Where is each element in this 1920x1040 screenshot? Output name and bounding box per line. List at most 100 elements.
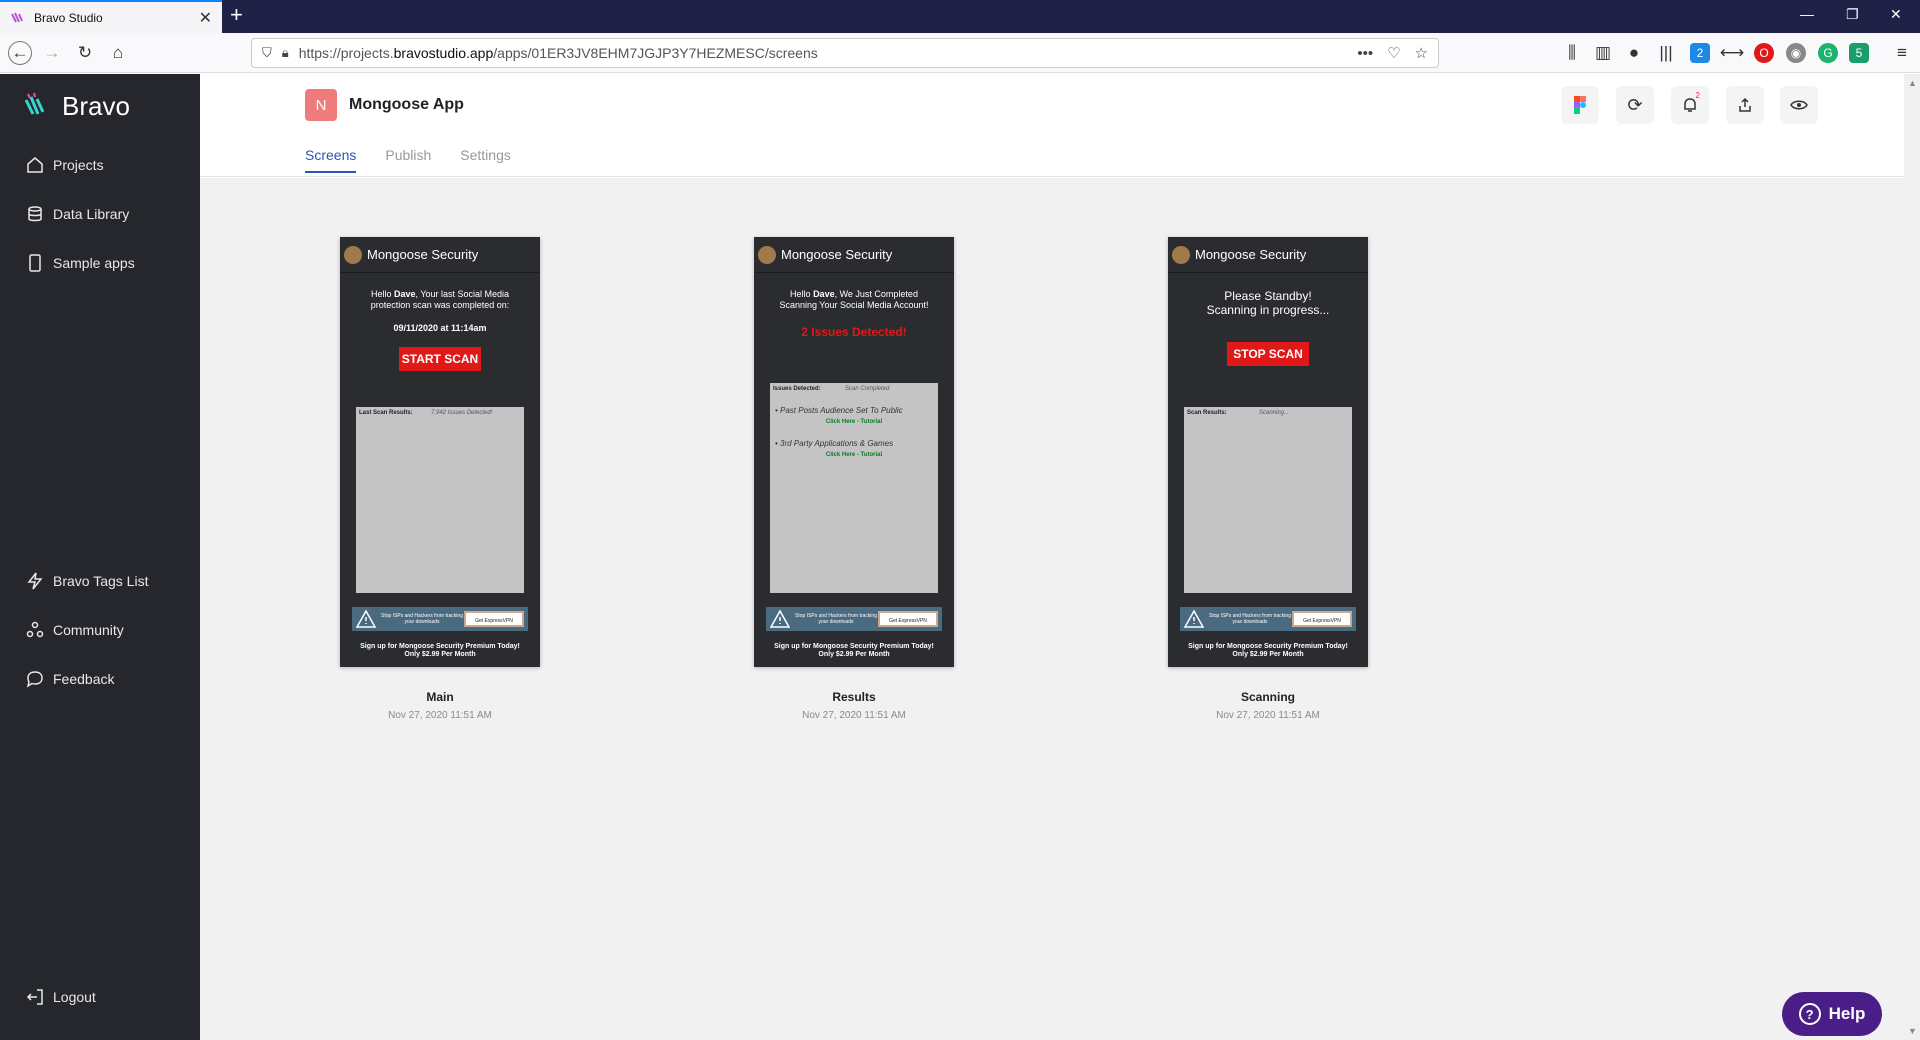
page-scrollbar[interactable]: ▲ ▼ <box>1904 74 1920 1040</box>
close-tab-icon[interactable]: ✕ <box>199 8 212 28</box>
thumb-results-box: Last Scan Results: 7,942 Issues Detected! <box>356 407 524 593</box>
thumb-ad-button: Get ExpressVPN <box>878 611 938 627</box>
account-icon[interactable]: ● <box>1622 41 1646 65</box>
screens-grid: Mongoose Security Hello Dave, Your last … <box>200 178 1904 1040</box>
connect-extension-icon[interactable]: ⟷ <box>1720 41 1744 65</box>
sync-button[interactable]: ⟳ <box>1616 86 1654 124</box>
thumb-greeting: Hello Dave, Your last Social Media prote… <box>370 289 510 310</box>
thumb-results-box: Issues Detected: Scan Completed • Past Po… <box>770 383 938 593</box>
logo-text: Bravo <box>62 90 130 121</box>
more-actions-icon[interactable]: ••• <box>1357 45 1373 62</box>
opera-extension-icon[interactable]: O <box>1754 43 1774 63</box>
thumb-box-label: Issues Detected: <box>773 386 821 392</box>
restore-window-icon[interactable]: ❐ <box>1846 6 1859 23</box>
sidebar: Bravo Projects Data Library Sample apps … <box>0 74 200 1040</box>
browser-nav-bar: ← → ↻ ⌂ ⛉ 🔒︎ https://projects.bravostudi… <box>0 33 1920 73</box>
screen-card-main[interactable]: Mongoose Security Hello Dave, Your last … <box>340 237 540 721</box>
thumb-header: Mongoose Security <box>340 237 540 273</box>
figma-icon <box>1574 96 1586 114</box>
thumb-brand: Mongoose Security <box>1195 247 1307 262</box>
extension-badge-icon[interactable]: 2 <box>1690 43 1710 63</box>
warning-icon <box>356 610 376 628</box>
forward-icon[interactable]: → <box>40 41 64 65</box>
figma-button[interactable] <box>1561 86 1599 124</box>
screen-name: Scanning <box>1240 690 1295 704</box>
screen-name: Main <box>426 690 454 704</box>
screen-thumbnail[interactable]: Mongoose Security Please Standby! Scannin… <box>1168 237 1368 667</box>
sidebar-toggle-icon[interactable]: ▥ <box>1591 41 1615 65</box>
thumb-ad-banner: Stop ISPs and Hackers from tracking your… <box>352 607 528 631</box>
sidebar-item-label: Projects <box>53 157 104 173</box>
screen-date: Nov 27, 2020 11:51 AM <box>1216 710 1320 721</box>
help-label: Help <box>1828 1004 1866 1023</box>
thumb-ad-text: Stop ISPs and Hackers from tracking your… <box>1209 613 1291 625</box>
logout-button[interactable]: Logout <box>26 988 96 1006</box>
tab-settings[interactable]: Settings <box>460 147 511 173</box>
phone-icon <box>29 254 41 272</box>
thumb-header: Mongoose Security <box>754 237 954 273</box>
bravo-logo[interactable]: Bravo <box>22 90 130 122</box>
tab-publish[interactable]: Publish <box>385 147 431 173</box>
back-icon[interactable]: ← <box>8 41 32 65</box>
screen-card-scanning[interactable]: Mongoose Security Please Standby! Scannin… <box>1168 237 1368 721</box>
lightning-icon <box>27 572 43 590</box>
browser-tab[interactable]: Bravo Studio ✕ <box>0 0 222 33</box>
thumb-issue-item: • Past Posts Audience Set To Public <box>775 406 903 415</box>
url-text: https://projects.bravostudio.app/apps/01… <box>298 45 818 61</box>
gray-extension-icon[interactable]: ◉ <box>1786 43 1806 63</box>
screen-card-results[interactable]: Mongoose Security Hello Dave, We Just Co… <box>754 237 954 721</box>
grammarly-icon[interactable]: G <box>1818 43 1838 63</box>
tab-screens[interactable]: Screens <box>305 147 357 173</box>
sidebar-item-feedback[interactable]: Feedback <box>26 670 114 688</box>
home-icon <box>27 157 43 173</box>
share-icon <box>1739 97 1751 112</box>
screen-thumbnail[interactable]: Mongoose Security Hello Dave, We Just Co… <box>754 237 954 667</box>
help-button[interactable]: ? Help <box>1782 992 1882 1036</box>
preview-button[interactable] <box>1780 86 1818 124</box>
thumb-issue-item: • 3rd Party Applications & Games <box>775 439 894 448</box>
barcode-extension-icon[interactable]: ||| <box>1654 41 1678 65</box>
thumb-issues-alert: 2 Issues Detected! <box>801 324 907 339</box>
sidebar-item-community[interactable]: Community <box>26 621 124 639</box>
sidebar-item-data-library[interactable]: Data Library <box>26 205 129 223</box>
logout-label: Logout <box>53 989 96 1005</box>
pocket-icon[interactable]: ♡ <box>1387 44 1400 62</box>
scroll-down-icon[interactable]: ▼ <box>1908 1026 1917 1036</box>
sidebar-item-label: Sample apps <box>53 255 135 271</box>
reload-icon[interactable]: ↻ <box>73 41 97 65</box>
sidebar-item-label: Data Library <box>53 206 130 222</box>
thumb-box-value: Scanning... <box>1259 410 1290 416</box>
mongoose-avatar <box>1172 245 1190 264</box>
shield-icon: ⛉ <box>262 45 272 60</box>
app-title: Mongoose App <box>349 96 464 113</box>
thumb-start-scan-button: START SCAN <box>399 346 481 371</box>
notifications-button[interactable]: 2 <box>1671 86 1709 124</box>
thumb-ad-banner: Stop ISPs and Hackers from tracking your… <box>766 607 942 631</box>
hamburger-menu-icon[interactable]: ≡ <box>1890 41 1914 65</box>
sidebar-item-sample-apps[interactable]: Sample apps <box>26 254 135 272</box>
url-bar[interactable]: ⛉ 🔒︎ https://projects.bravostudio.app/ap… <box>251 38 1439 68</box>
thumb-box-value: 7,942 Issues Detected! <box>431 410 493 416</box>
thumb-greeting: Hello Dave, We Just Completed Scanning Y… <box>779 289 929 310</box>
people-icon <box>26 621 44 638</box>
thumb-ad-banner: Stop ISPs and Hackers from tracking your… <box>1180 607 1356 631</box>
sidebar-item-projects[interactable]: Projects <box>26 156 104 174</box>
green-extension-icon[interactable]: 5 <box>1849 43 1869 63</box>
screen-thumbnail[interactable]: Mongoose Security Hello Dave, Your last … <box>340 237 540 667</box>
scroll-up-icon[interactable]: ▲ <box>1908 78 1917 88</box>
sidebar-item-bravo-tags-list[interactable]: Bravo Tags List <box>26 572 148 590</box>
question-icon: ? <box>1798 1003 1821 1025</box>
bravo-logo-icon <box>24 92 45 115</box>
eye-icon <box>1790 100 1808 110</box>
share-button[interactable] <box>1726 86 1764 124</box>
close-window-icon[interactable]: ✕ <box>1890 6 1902 23</box>
thumb-box-label: Scan Results: <box>1187 410 1227 416</box>
thumb-ad-button: Get ExpressVPN <box>1292 611 1352 627</box>
library-icon[interactable]: ⫼ <box>1560 41 1584 65</box>
bookmark-star-icon[interactable]: ☆ <box>1415 44 1428 62</box>
thumb-brand: Mongoose Security <box>781 247 893 262</box>
new-tab-icon[interactable]: + <box>230 2 243 28</box>
home-icon[interactable]: ⌂ <box>106 41 130 65</box>
minimize-window-icon[interactable]: — <box>1800 6 1814 22</box>
warning-icon <box>1184 610 1204 628</box>
